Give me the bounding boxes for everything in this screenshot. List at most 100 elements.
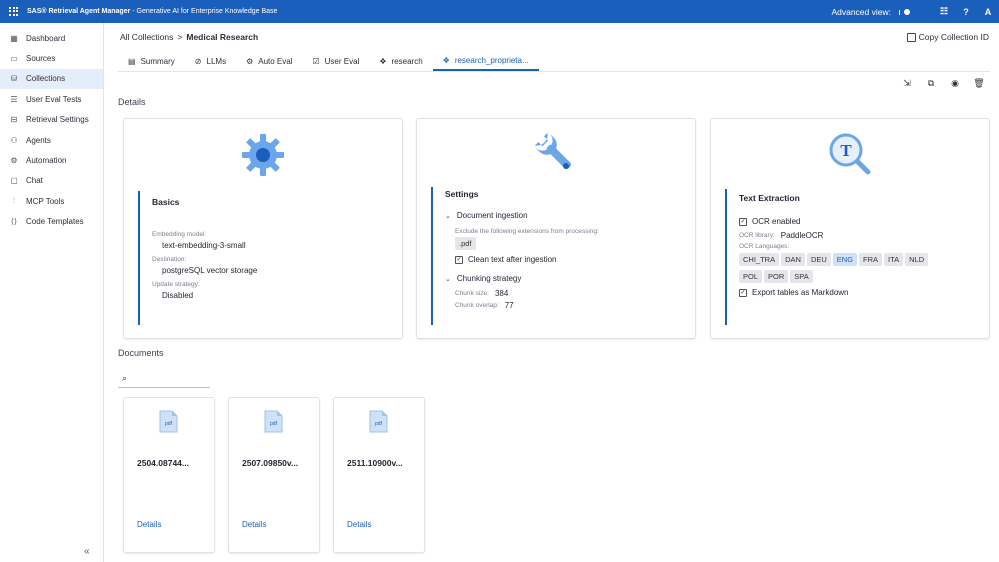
delete-icon[interactable]: 🗑 bbox=[973, 78, 985, 89]
duplicate-icon[interactable]: ⧉ bbox=[925, 78, 937, 89]
pdf-file-icon: pdf bbox=[264, 410, 283, 433]
breadcrumb-parent[interactable]: All Collections bbox=[120, 32, 173, 42]
destination-label: Destination: bbox=[152, 256, 187, 263]
copy-icon bbox=[906, 32, 916, 42]
update-strategy-value: Disabled bbox=[162, 291, 194, 300]
excluded-extension-chip: .pdf bbox=[455, 237, 476, 250]
ocr-languages-label: OCR Languages: bbox=[739, 243, 790, 250]
sidebar-item-agents[interactable]: ⚇ Agents bbox=[0, 130, 103, 150]
chunk-overlap-label: Chunk overlap: bbox=[455, 302, 499, 309]
tab-icon: ❖ bbox=[379, 56, 387, 66]
clean-text-label: Clean text after ingestion bbox=[468, 255, 557, 264]
sidebar-item-user-eval-tests[interactable]: ☰ User Eval Tests bbox=[0, 89, 103, 109]
tab-bar: ▤ Summary ⊘ LLMs ⚙ Auto Eval ☑ User Eval ❖ resear… bbox=[118, 51, 539, 71]
file-type-label: pdf bbox=[165, 421, 173, 427]
chevron-down-icon: ⌄ bbox=[445, 275, 451, 283]
tab-divider bbox=[118, 71, 990, 72]
ocr-library-label: OCR library: bbox=[739, 232, 775, 239]
sidebar-item-chat[interactable]: ▢ Chat bbox=[0, 171, 103, 191]
tab-icon: ▤ bbox=[128, 56, 136, 66]
sidebar-nav: ▦ Dashboard ▭ Sources ⛁ Collections ☰ User Eval… bbox=[0, 28, 103, 232]
chunking-strategy-toggle[interactable]: ⌄ Chunking strategy bbox=[445, 274, 681, 283]
tab-research[interactable]: ❖ research bbox=[369, 51, 432, 71]
sidebar-item-collections[interactable]: ⛁ Collections bbox=[0, 68, 103, 90]
help-icon[interactable]: ? bbox=[955, 7, 977, 17]
sidebar-item-sources[interactable]: ▭ Sources bbox=[0, 48, 103, 68]
settings-title: Settings bbox=[445, 189, 479, 199]
user-avatar[interactable]: A bbox=[977, 7, 999, 17]
export-tables-checkbox[interactable]: ✓ bbox=[739, 288, 747, 297]
ocr-language-chip: ENG bbox=[832, 253, 858, 266]
document-ingestion-label: Document ingestion bbox=[456, 211, 528, 220]
document-details-link[interactable]: Details bbox=[242, 520, 266, 529]
sidebar-item-automation[interactable]: ⚙ Automation bbox=[0, 150, 103, 170]
tab-label: research bbox=[391, 56, 423, 66]
document-details-link[interactable]: Details bbox=[137, 520, 161, 529]
tab-llms[interactable]: ⊘ LLMs bbox=[185, 51, 236, 71]
sidebar-item-label: Agents bbox=[26, 135, 51, 145]
retrieval-settings-icon: ⊟ bbox=[10, 115, 18, 125]
export-tables-label: Export tables as Markdown bbox=[752, 288, 849, 297]
clean-text-option: ✓ Clean text after ingestion bbox=[455, 255, 681, 264]
sidebar-item-label: Retrieval Settings bbox=[26, 115, 89, 125]
pdf-file-icon: pdf bbox=[369, 410, 388, 433]
update-strategy-label: Update strategy: bbox=[152, 281, 200, 288]
collections-icon: ⛁ bbox=[10, 74, 18, 84]
gear-icon bbox=[124, 133, 402, 177]
notifications-icon[interactable]: ☷ bbox=[933, 6, 955, 17]
tab-user-eval[interactable]: ☑ User Eval bbox=[302, 51, 369, 71]
ocr-enabled-option: ✓ OCR enabled bbox=[739, 217, 975, 226]
document-ingestion-toggle[interactable]: ⌄ Document ingestion bbox=[445, 211, 681, 220]
collapse-sidebar-icon[interactable]: « bbox=[84, 546, 90, 557]
text-extraction-section: Text Extraction ✓ OCR enabled OCR library… bbox=[725, 189, 975, 325]
destination-value: postgreSQL vector storage bbox=[162, 266, 258, 275]
document-card[interactable]: pdf 2507.09850v... Details bbox=[228, 397, 320, 553]
embedding-model-value: text-embedding-3-small bbox=[162, 241, 246, 250]
tab-summary[interactable]: ▤ Summary bbox=[118, 51, 185, 71]
record-icon[interactable]: ◉ bbox=[949, 78, 961, 89]
sidebar-item-mcp-tools[interactable]: ⫶ MCP Tools bbox=[0, 191, 103, 211]
tab-auto-eval[interactable]: ⚙ Auto Eval bbox=[236, 51, 302, 71]
tab-research-proprieta[interactable]: ❖ research_proprieta... bbox=[432, 51, 539, 71]
clean-text-checkbox[interactable]: ✓ bbox=[455, 255, 463, 264]
document-search-input[interactable] bbox=[131, 374, 242, 383]
document-card[interactable]: pdf 2504.08744... Details bbox=[123, 397, 215, 553]
magnifier-text-icon: T bbox=[711, 131, 989, 177]
settings-card: Settings ⌄ Document ingestion Exclude the… bbox=[416, 118, 696, 339]
tab-label: research_proprieta... bbox=[454, 55, 529, 65]
ocr-language-chip: NLD bbox=[905, 253, 929, 266]
ocr-enabled-checkbox[interactable]: ✓ bbox=[739, 217, 747, 226]
export-icon[interactable]: ⇲ bbox=[901, 78, 913, 89]
text-extraction-card: T Text Extraction ✓ OCR enabled OCR libra… bbox=[710, 118, 990, 339]
advanced-view-label: Advanced view: bbox=[831, 6, 891, 17]
ocr-language-chips: CHI_TRA DAN DEU ENG FRA ITA NLD POL POR SPA bbox=[739, 251, 974, 285]
app-title: SAS® Retrieval Agent Manager - Generativ… bbox=[27, 8, 277, 15]
copy-collection-id-label: Copy Collection ID bbox=[918, 32, 989, 42]
advanced-view-toggle[interactable] bbox=[899, 8, 911, 15]
app-subtitle: - Generative AI for Enterprise Knowledge… bbox=[130, 8, 278, 15]
basics-card: Basics Embedding model: text-embedding-3… bbox=[123, 118, 403, 339]
chunk-overlap-value: 77 bbox=[504, 301, 514, 310]
sidebar-item-code-templates[interactable]: ⟨⟩ Code Templates bbox=[0, 212, 103, 232]
file-type-label: pdf bbox=[270, 421, 278, 427]
sidebar-item-label: Sources bbox=[26, 54, 56, 64]
ocr-language-chip: POR bbox=[764, 270, 789, 283]
exclude-extensions-label: Exclude the following extensions from pr… bbox=[455, 228, 599, 235]
tab-icon: ❖ bbox=[442, 55, 450, 65]
settings-section: Settings ⌄ Document ingestion Exclude the… bbox=[431, 187, 681, 325]
document-name: 2504.08744... bbox=[137, 458, 189, 468]
tab-label: LLMs bbox=[206, 56, 227, 66]
sidebar-item-dashboard[interactable]: ▦ Dashboard bbox=[0, 28, 103, 48]
chat-icon: ▢ bbox=[10, 176, 18, 186]
sidebar-item-retrieval-settings[interactable]: ⊟ Retrieval Settings bbox=[0, 110, 103, 130]
document-card[interactable]: pdf 2511.10900v... Details bbox=[333, 397, 425, 553]
copy-collection-id-button[interactable]: Copy Collection ID bbox=[906, 32, 989, 42]
app-brand: SAS® Retrieval Agent Manager bbox=[27, 8, 131, 15]
tab-label: Summary bbox=[140, 56, 175, 66]
app-grid-icon[interactable] bbox=[9, 6, 19, 17]
sidebar: ▦ Dashboard ▭ Sources ⛁ Collections ☰ User Eval… bbox=[0, 23, 104, 562]
automation-icon: ⚙ bbox=[10, 156, 18, 166]
chevron-down-icon: ⌄ bbox=[445, 212, 451, 220]
tab-label: User Eval bbox=[324, 56, 360, 66]
document-details-link[interactable]: Details bbox=[347, 520, 371, 529]
